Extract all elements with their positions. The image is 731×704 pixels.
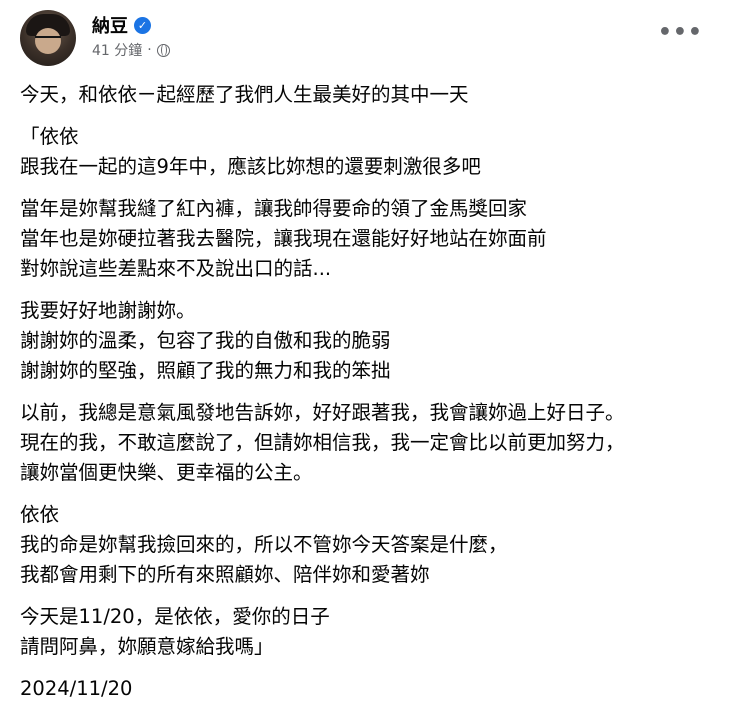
post-text-line: 謝謝妳的溫柔，包容了我的自傲和我的脆弱: [20, 329, 391, 352]
post-text-line: 「依依: [20, 125, 79, 148]
post-paragraph: 我要好好地謝謝妳。謝謝妳的溫柔，包容了我的自傲和我的脆弱 謝謝妳的堅強，照顧了我的…: [20, 296, 710, 386]
author-name[interactable]: 納豆: [92, 12, 128, 38]
verified-badge-icon: ✓: [134, 16, 151, 34]
post-meta: 41 分鐘 ·: [92, 40, 170, 60]
post-body: 今天，和依依ㄧ起經歷了我們人生最美好的其中一天 「依依跟我在一起的這9年中，應該比…: [20, 80, 710, 704]
post-text-line: 謝謝妳的堅強，照顧了我的無力和我的笨拙: [20, 359, 391, 382]
post-time[interactable]: 41 分鐘: [92, 40, 142, 60]
globe-icon[interactable]: [156, 43, 170, 57]
post-text-line: 今天是11/20，是依依，愛你的日子: [20, 605, 330, 628]
post-text-line: 請問阿鼻，妳願意嫁給我嗎」: [20, 635, 274, 658]
post-text-line: 我的命是妳幫我撿回來的，所以不管妳今天答案是什麼，: [20, 533, 508, 556]
name-row: 納豆 ✓: [92, 12, 151, 38]
avatar[interactable]: [20, 10, 76, 66]
post-paragraph: 今天是11/20，是依依，愛你的日子 請問阿鼻，妳願意嫁給我嗎」: [20, 602, 710, 662]
post-text-line: 依依: [20, 503, 60, 526]
post-paragraph: 以前，我總是意氣風發地告訴妳，好好跟著我，我會讓妳過上好日子。 現在的我，不敢這麼…: [20, 398, 710, 488]
facebook-post: 納豆 ✓ 41 分鐘 · ••• 今天，和依依ㄧ起經歷了我們人生最美好的其中一天…: [0, 0, 731, 700]
post-paragraph: 「依依跟我在一起的這9年中，應該比妳想的還要刺激很多吧: [20, 122, 710, 182]
post-date: 2024/11/20: [20, 677, 133, 700]
post-text-line: 現在的我，不敢這麼說了，但請妳相信我，我一定會比以前更加努力，: [20, 431, 625, 454]
post-paragraph: 當年是妳幫我縫了紅內褲，讓我帥得要命的領了金馬獎回家 當年也是妳硬拉著我去醫院，讓…: [20, 194, 710, 284]
post-text-line: 當年是妳幫我縫了紅內褲，讓我帥得要命的領了金馬獎回家: [20, 197, 528, 220]
avatar-glasses: [35, 36, 61, 44]
more-options-button[interactable]: •••: [658, 22, 703, 44]
post-text-line: 我要好好地謝謝妳。: [20, 299, 196, 322]
post-text-line: 對妳說這些差點來不及說出口的話...: [20, 257, 332, 280]
post-text-line: 我都會用剩下的所有來照顧妳、陪伴妳和愛著妳: [20, 563, 430, 586]
post-text-line: 當年也是妳硬拉著我去醫院，讓我現在還能好好地站在妳面前: [20, 227, 547, 250]
post-paragraph: 依依我的命是妳幫我撿回來的，所以不管妳今天答案是什麼， 我都會用剩下的所有來照顧妳…: [20, 500, 710, 590]
post-text-line: 以前，我總是意氣風發地告訴妳，好好跟著我，我會讓妳過上好日子。: [20, 401, 625, 424]
post-text-line: 今天，和依依ㄧ起經歷了我們人生最美好的其中一天: [20, 83, 469, 106]
post-text-line: 讓妳當個更快樂、更幸福的公主。: [20, 461, 313, 484]
post-text-line: 跟我在一起的這9年中，應該比妳想的還要刺激很多吧: [20, 155, 481, 178]
meta-separator: ·: [147, 42, 152, 58]
post-header: 納豆 ✓ 41 分鐘 · •••: [20, 8, 711, 68]
post-paragraph: 今天，和依依ㄧ起經歷了我們人生最美好的其中一天: [20, 80, 710, 110]
